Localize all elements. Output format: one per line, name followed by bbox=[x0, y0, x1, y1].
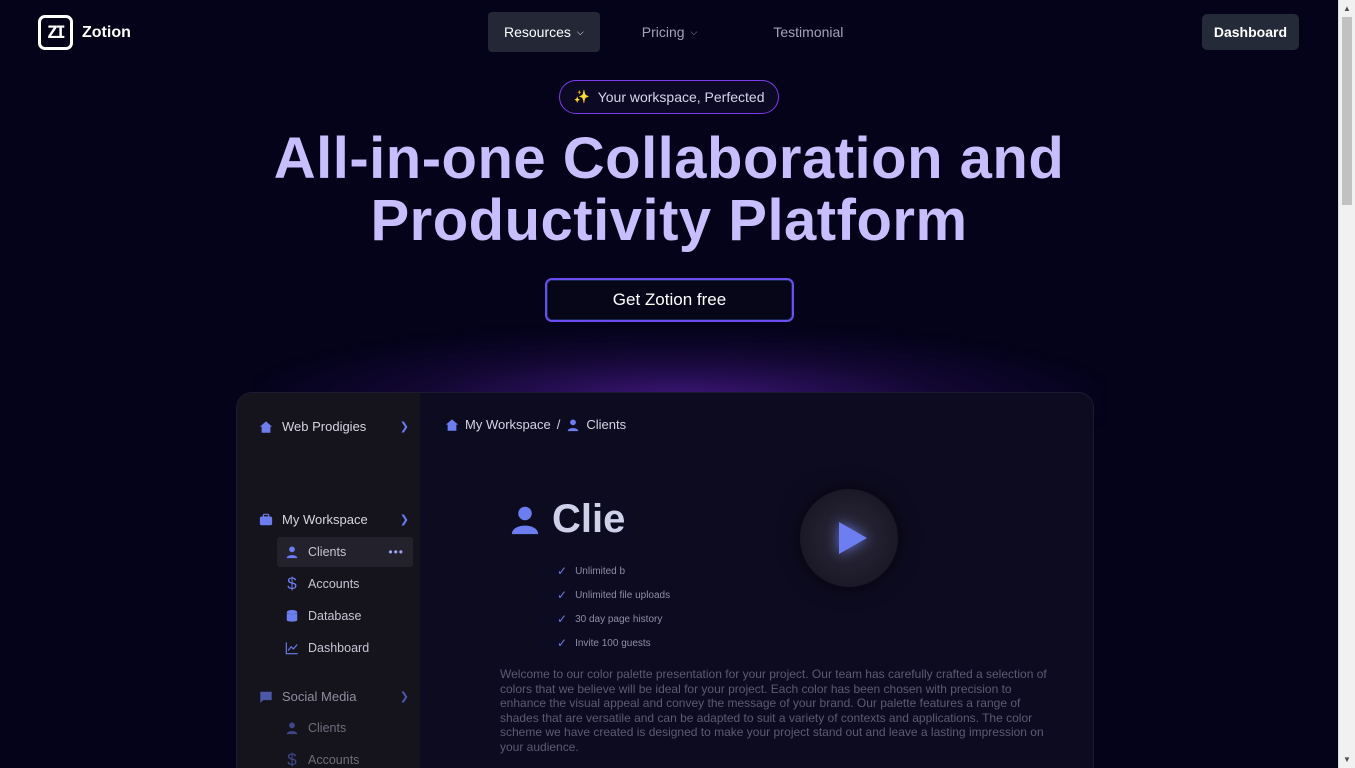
list-item: ✓ Unlimited b bbox=[557, 559, 670, 583]
nav-pricing[interactable]: Pricing ⌵ bbox=[626, 12, 714, 52]
list-item-text: Unlimited file uploads bbox=[575, 589, 671, 601]
home-icon bbox=[445, 418, 459, 432]
database-icon bbox=[285, 609, 299, 623]
page-description: Welcome to our color palette presentatio… bbox=[500, 667, 1047, 754]
sidebar-item-label: Accounts bbox=[308, 577, 360, 591]
user-icon bbox=[285, 545, 299, 559]
sidebar-item-label: Clients bbox=[308, 545, 347, 559]
list-item-text: Unlimited b bbox=[575, 565, 626, 577]
dollar-icon: $ bbox=[287, 750, 297, 768]
feature-checklist: ✓ Unlimited b ✓ Unlimited file uploads ✓… bbox=[557, 559, 670, 655]
sidebar-item-label: Accounts bbox=[308, 753, 360, 767]
app-preview: Web Prodigies ❯ My Workspace ❯ Clients •… bbox=[236, 392, 1094, 768]
check-icon: ✓ bbox=[557, 612, 568, 626]
nav-testimonial[interactable]: Testimonial bbox=[757, 12, 859, 52]
sidebar-item-label: Dashboard bbox=[308, 641, 370, 655]
hero-title-line-1: All-in-one Collaboration and bbox=[273, 126, 1065, 191]
breadcrumb-separator: / bbox=[556, 417, 561, 432]
brand-name: Zotion bbox=[82, 23, 131, 41]
brand-logo[interactable]: ZI Zotion bbox=[38, 15, 131, 50]
more-options-icon[interactable]: ••• bbox=[388, 545, 404, 559]
chevron-down-icon[interactable]: ❯ bbox=[400, 690, 409, 703]
list-item-text: 30 day page history bbox=[575, 613, 663, 625]
check-icon: ✓ bbox=[557, 564, 568, 578]
nav-resources[interactable]: Resources ⌵ bbox=[488, 12, 600, 52]
sidebar-group-label: My Workspace bbox=[282, 512, 368, 527]
scroll-up-arrow-icon[interactable]: ▲ bbox=[1339, 0, 1355, 17]
hero-title-line-2: Productivity Platform bbox=[370, 188, 968, 253]
nav-resources-label: Resources bbox=[504, 24, 571, 40]
chat-icon bbox=[259, 690, 273, 704]
page-heading: Clie bbox=[510, 497, 625, 542]
play-icon bbox=[839, 522, 867, 554]
list-item: ✓ 30 day page history bbox=[557, 607, 670, 631]
play-video-button[interactable] bbox=[800, 489, 898, 587]
sidebar-group-social-media[interactable]: Social Media ❯ bbox=[259, 689, 409, 704]
nav-testimonial-label: Testimonial bbox=[773, 24, 844, 40]
workspace-switcher[interactable]: Web Prodigies ❯ bbox=[259, 419, 409, 434]
hero-badge: ✨ Your workspace, Perfected bbox=[559, 80, 779, 114]
chevron-down-icon[interactable]: ❯ bbox=[400, 420, 409, 433]
sidebar-group-my-workspace[interactable]: My Workspace ❯ bbox=[259, 512, 409, 527]
sidebar-item-accounts[interactable]: $ Accounts bbox=[277, 569, 413, 599]
chevron-down-icon[interactable]: ❯ bbox=[400, 513, 409, 526]
sidebar-item-label: Database bbox=[308, 609, 362, 623]
top-nav: ZI Zotion Resources ⌵ Pricing ⌵ Testimon… bbox=[0, 0, 1338, 64]
chart-line-icon bbox=[285, 641, 299, 655]
chevron-down-icon: ⌵ bbox=[690, 26, 698, 37]
sidebar-item-dashboard[interactable]: Dashboard bbox=[277, 633, 413, 663]
hero-badge-text: Your workspace, Perfected bbox=[597, 89, 765, 105]
check-icon: ✓ bbox=[557, 636, 568, 650]
workspace-name: Web Prodigies bbox=[282, 419, 367, 434]
sidebar-item-database[interactable]: Database bbox=[277, 601, 413, 631]
scroll-down-arrow-icon[interactable]: ▼ bbox=[1339, 751, 1355, 768]
hero-title: All-in-one Collaboration and Productivit… bbox=[0, 128, 1338, 252]
briefcase-icon bbox=[259, 513, 273, 527]
get-started-button[interactable]: Get Zotion free bbox=[545, 278, 794, 322]
preview-sidebar: Web Prodigies ❯ My Workspace ❯ Clients •… bbox=[237, 393, 420, 768]
dollar-icon: $ bbox=[287, 574, 297, 593]
sidebar-item-clients[interactable]: Clients ••• bbox=[277, 537, 413, 567]
list-item-text: Invite 100 guests bbox=[575, 637, 651, 649]
breadcrumb-current: Clients bbox=[586, 417, 627, 432]
user-icon bbox=[566, 418, 580, 432]
page-title: Clie bbox=[552, 497, 626, 541]
sidebar-group-label: Social Media bbox=[282, 689, 357, 704]
preview-content: My Workspace / Clients Clie ✓ Unlimited … bbox=[420, 393, 1093, 768]
sparkle-icon: ✨ bbox=[573, 89, 590, 104]
scrollbar-thumb[interactable] bbox=[1342, 17, 1352, 205]
breadcrumb-root[interactable]: My Workspace bbox=[465, 417, 551, 432]
dashboard-button[interactable]: Dashboard bbox=[1201, 14, 1299, 50]
breadcrumb: My Workspace / Clients bbox=[445, 417, 626, 432]
list-item: ✓ Unlimited file uploads bbox=[557, 583, 670, 607]
sidebar-item-label: Clients bbox=[308, 721, 347, 735]
user-icon bbox=[510, 503, 540, 537]
user-icon bbox=[285, 721, 299, 735]
nav-menu: Resources ⌵ Pricing ⌵ Testimonial bbox=[488, 12, 859, 52]
chevron-down-icon: ⌵ bbox=[576, 26, 584, 37]
check-icon: ✓ bbox=[557, 588, 568, 602]
sidebar-item-social-clients[interactable]: Clients bbox=[277, 713, 413, 743]
home-icon bbox=[259, 420, 273, 434]
nav-pricing-label: Pricing bbox=[641, 24, 685, 40]
list-item: ✓ Invite 100 guests bbox=[557, 631, 670, 655]
sidebar-item-social-accounts[interactable]: $ Accounts bbox=[277, 745, 413, 768]
logo-mark-icon: ZI bbox=[38, 15, 73, 50]
page-scrollbar[interactable]: ▲ ▼ bbox=[1338, 0, 1355, 768]
